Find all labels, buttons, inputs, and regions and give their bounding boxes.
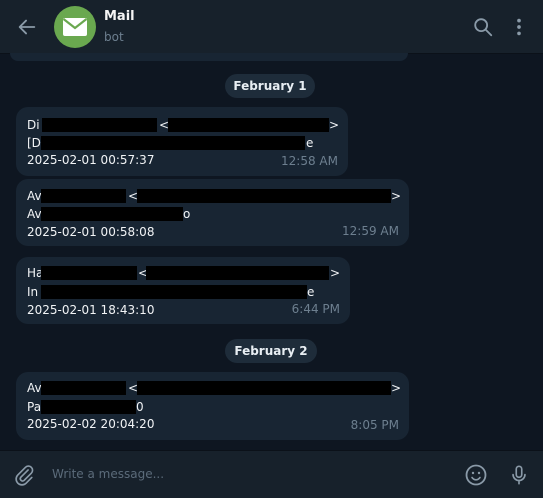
message-text: e bbox=[306, 136, 314, 150]
paperclip-icon[interactable] bbox=[13, 464, 35, 486]
message-text: Di bbox=[27, 118, 40, 132]
message-text: 2025-02-02 20:04:20 bbox=[27, 417, 155, 431]
message-time: 8:05 PM bbox=[350, 418, 399, 432]
message-bubble[interactable]: Ha < > In e 2025-02-01 18:43:10 6:44 PM bbox=[16, 257, 350, 324]
message-bubble[interactable]: Av < > Pa 0 2025-02-02 20:04:20 8:05 PM bbox=[16, 372, 409, 440]
message-text: In bbox=[27, 285, 39, 299]
redacted-block bbox=[168, 118, 329, 132]
chat-title[interactable]: Mail bbox=[104, 9, 135, 24]
message-text: > bbox=[391, 189, 402, 203]
search-icon[interactable] bbox=[472, 16, 494, 38]
redacted-block bbox=[137, 381, 391, 395]
message-text: 2025-02-01 18:43:10 bbox=[27, 303, 155, 317]
redacted-block bbox=[41, 189, 126, 203]
redacted-block bbox=[41, 207, 183, 221]
microphone-icon[interactable] bbox=[508, 463, 530, 487]
message-text: Av bbox=[27, 207, 42, 221]
redacted-block bbox=[41, 266, 137, 280]
message-composer: Write a message... bbox=[0, 450, 543, 498]
previous-message-bubble bbox=[10, 53, 408, 61]
chat-subtitle: bot bbox=[104, 30, 124, 44]
message-text: e bbox=[307, 285, 315, 299]
date-separator: February 1 bbox=[225, 74, 315, 98]
message-text: o bbox=[183, 207, 191, 221]
redacted-block bbox=[41, 381, 126, 395]
envelope-icon bbox=[62, 18, 88, 36]
redacted-block bbox=[41, 400, 136, 414]
redacted-block bbox=[41, 285, 307, 299]
message-text: Av bbox=[27, 189, 42, 203]
back-arrow-icon[interactable] bbox=[16, 16, 38, 38]
message-text: [D bbox=[27, 136, 41, 150]
message-input[interactable]: Write a message... bbox=[52, 467, 164, 481]
message-time: 6:44 PM bbox=[291, 302, 340, 316]
message-text: 0 bbox=[136, 400, 144, 414]
message-text: Pa bbox=[27, 400, 42, 414]
avatar[interactable] bbox=[54, 6, 96, 48]
date-separator: February 2 bbox=[225, 339, 317, 363]
message-text: Av bbox=[27, 381, 42, 395]
redacted-block bbox=[42, 118, 157, 132]
more-vertical-icon[interactable] bbox=[508, 16, 530, 38]
emoji-icon[interactable] bbox=[464, 463, 488, 487]
message-text: > bbox=[330, 266, 341, 280]
redacted-block bbox=[41, 136, 305, 150]
message-bubble[interactable]: Di < > [D e 2025-02-01 00:57:37 12:58 AM bbox=[16, 107, 348, 176]
message-text: 2025-02-01 00:58:08 bbox=[27, 225, 155, 239]
redacted-block bbox=[137, 189, 391, 203]
message-text: > bbox=[329, 118, 340, 132]
message-bubble[interactable]: Av < > Av o 2025-02-01 00:58:08 12:59 AM bbox=[16, 179, 409, 246]
message-time: 12:58 AM bbox=[281, 154, 338, 168]
message-text: > bbox=[391, 381, 402, 395]
chat-header: Mail bot bbox=[0, 0, 543, 54]
message-text: 2025-02-01 00:57:37 bbox=[27, 153, 155, 167]
redacted-block bbox=[146, 266, 329, 280]
message-time: 12:59 AM bbox=[342, 224, 399, 238]
